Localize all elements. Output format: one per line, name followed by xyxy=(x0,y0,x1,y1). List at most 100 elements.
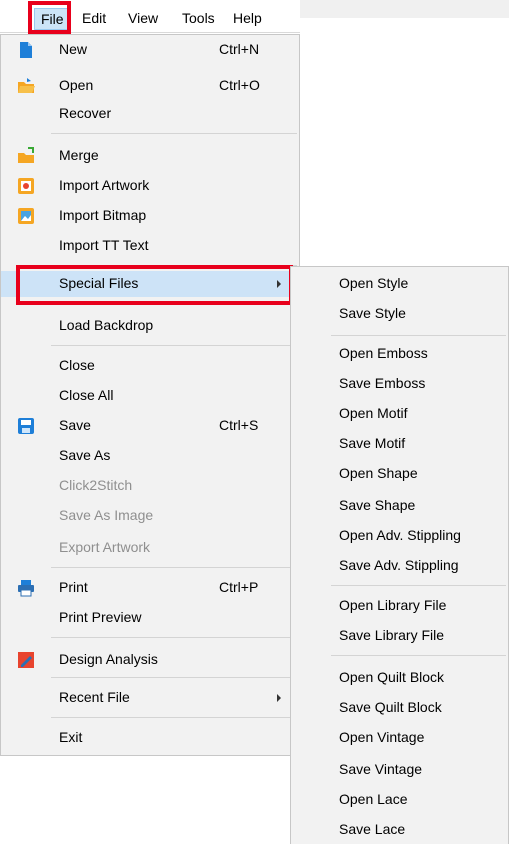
menu-tools[interactable]: Tools xyxy=(182,10,215,26)
menu-separator xyxy=(331,585,506,586)
new-file-icon xyxy=(17,41,35,59)
design-analysis-icon xyxy=(17,651,35,669)
submenu-item-label: Open Emboss xyxy=(339,345,428,361)
menu-edit[interactable]: Edit xyxy=(82,10,106,26)
menu-separator xyxy=(51,133,297,134)
submenu-item-open-adv-stippling[interactable]: Open Adv. Stippling xyxy=(291,523,508,549)
menubar-strip xyxy=(300,0,509,18)
menu-item-save[interactable]: Save Ctrl+S xyxy=(1,413,299,439)
shortcut-label: Ctrl+P xyxy=(219,579,259,595)
submenu-item-save-lace[interactable]: Save Lace xyxy=(291,817,508,843)
menu-item-save-as-image: Save As Image xyxy=(1,503,299,529)
submenu-item-open-shape[interactable]: Open Shape xyxy=(291,461,508,487)
menu-item-label: Recent File xyxy=(59,689,130,705)
menu-item-print-preview[interactable]: Print Preview xyxy=(1,605,299,631)
import-artwork-icon xyxy=(17,177,35,195)
menu-item-label: Design Analysis xyxy=(59,651,158,667)
menu-item-label: Recover xyxy=(59,105,112,121)
submenu-item-open-library-file[interactable]: Open Library File xyxy=(291,593,508,619)
menu-separator xyxy=(331,335,506,336)
submenu-item-save-quilt-block[interactable]: Save Quilt Block xyxy=(291,695,508,721)
submenu-item-label: Save Shape xyxy=(339,497,416,513)
menu-item-close[interactable]: Close xyxy=(1,353,299,379)
save-icon xyxy=(17,417,35,435)
menu-separator xyxy=(51,265,297,266)
submenu-item-label: Open Library File xyxy=(339,597,447,613)
submenu-item-label: Save Lace xyxy=(339,821,406,837)
menu-help[interactable]: Help xyxy=(233,10,262,26)
menu-item-load-backdrop[interactable]: Load Backdrop xyxy=(1,313,299,339)
submenu-item-label: Open Vintage xyxy=(339,729,425,745)
menu-item-merge[interactable]: Merge xyxy=(1,143,299,169)
menu-item-import-tt-text[interactable]: Import TT Text xyxy=(1,233,299,259)
menu-item-special-files[interactable]: Special Files xyxy=(1,271,299,297)
menu-item-label: Import Artwork xyxy=(59,177,150,193)
menu-item-open[interactable]: Open Ctrl+O xyxy=(1,73,299,99)
menu-separator xyxy=(51,717,297,718)
menu-item-label: Save As xyxy=(59,447,111,463)
import-bitmap-icon xyxy=(17,207,35,225)
menu-item-label: Print Preview xyxy=(59,609,142,625)
menu-item-recover[interactable]: Recover xyxy=(1,101,299,127)
menu-file[interactable]: File xyxy=(34,8,71,30)
menu-item-click2stitch: Click2Stitch xyxy=(1,473,299,499)
merge-folder-icon xyxy=(17,147,35,165)
menu-item-label: Import TT Text xyxy=(59,237,149,253)
menu-item-recent-file[interactable]: Recent File xyxy=(1,685,299,711)
submenu-arrow-icon xyxy=(277,694,281,702)
shortcut-label: Ctrl+O xyxy=(219,77,260,93)
submenu-item-save-style[interactable]: Save Style xyxy=(291,301,508,327)
menu-item-new[interactable]: New Ctrl+N xyxy=(1,37,299,63)
menu-item-design-analysis[interactable]: Design Analysis xyxy=(1,647,299,673)
printer-icon xyxy=(17,579,35,597)
submenu-item-open-vintage[interactable]: Open Vintage xyxy=(291,725,508,751)
menu-view[interactable]: View xyxy=(128,10,158,26)
menu-item-label: Save As Image xyxy=(59,507,154,523)
menu-item-import-bitmap[interactable]: Import Bitmap xyxy=(1,203,299,229)
submenu-item-label: Save Motif xyxy=(339,435,406,451)
menu-separator xyxy=(331,655,506,656)
menu-item-label: Close All xyxy=(59,387,114,403)
menu-item-export-artwork: Export Artwork xyxy=(1,535,299,561)
menu-item-label: Open xyxy=(59,77,94,93)
submenu-item-save-shape[interactable]: Save Shape xyxy=(291,493,508,519)
menu-item-label: Export Artwork xyxy=(59,539,151,555)
menu-item-import-artwork[interactable]: Import Artwork xyxy=(1,173,299,199)
submenu-item-open-motif[interactable]: Open Motif xyxy=(291,401,508,427)
submenu-item-label: Save Adv. Stippling xyxy=(339,557,459,573)
submenu-item-save-motif[interactable]: Save Motif xyxy=(291,431,508,457)
submenu-item-open-style[interactable]: Open Style xyxy=(291,271,508,297)
submenu-item-label: Save Vintage xyxy=(339,761,423,777)
menu-separator xyxy=(51,567,297,568)
menu-item-save-as[interactable]: Save As xyxy=(1,443,299,469)
submenu-item-save-adv-stippling[interactable]: Save Adv. Stippling xyxy=(291,553,508,579)
menu-item-close-all[interactable]: Close All xyxy=(1,383,299,409)
submenu-item-save-vintage[interactable]: Save Vintage xyxy=(291,757,508,783)
submenu-item-open-quilt-block[interactable]: Open Quilt Block xyxy=(291,665,508,691)
submenu-item-open-lace[interactable]: Open Lace xyxy=(291,787,508,813)
special-files-submenu: Open Style Save Style Open Emboss Save E… xyxy=(290,266,509,844)
submenu-item-label: Save Style xyxy=(339,305,406,321)
submenu-item-label: Open Adv. Stippling xyxy=(339,527,461,543)
menu-item-label: New xyxy=(59,41,88,57)
menu-separator xyxy=(51,637,297,638)
menu-item-label: Import Bitmap xyxy=(59,207,147,223)
menu-bar: File Edit View Tools Help xyxy=(0,0,300,33)
menu-item-label: Save xyxy=(59,417,91,433)
submenu-item-label: Open Style xyxy=(339,275,409,291)
menu-item-exit[interactable]: Exit xyxy=(1,725,299,751)
menu-item-print[interactable]: Print Ctrl+P xyxy=(1,575,299,601)
submenu-item-label: Open Lace xyxy=(339,791,408,807)
menu-item-label: Close xyxy=(59,357,95,373)
menu-item-label: Print xyxy=(59,579,88,595)
submenu-item-save-library-file[interactable]: Save Library File xyxy=(291,623,508,649)
shortcut-label: Ctrl+N xyxy=(219,41,260,57)
submenu-item-label: Open Motif xyxy=(339,405,408,421)
submenu-item-open-emboss[interactable]: Open Emboss xyxy=(291,341,508,367)
menu-item-label: Load Backdrop xyxy=(59,317,154,333)
submenu-arrow-icon xyxy=(277,280,281,288)
open-folder-icon xyxy=(17,77,35,95)
submenu-item-save-emboss[interactable]: Save Emboss xyxy=(291,371,508,397)
submenu-item-label: Save Library File xyxy=(339,627,445,643)
submenu-item-label: Save Quilt Block xyxy=(339,699,442,715)
